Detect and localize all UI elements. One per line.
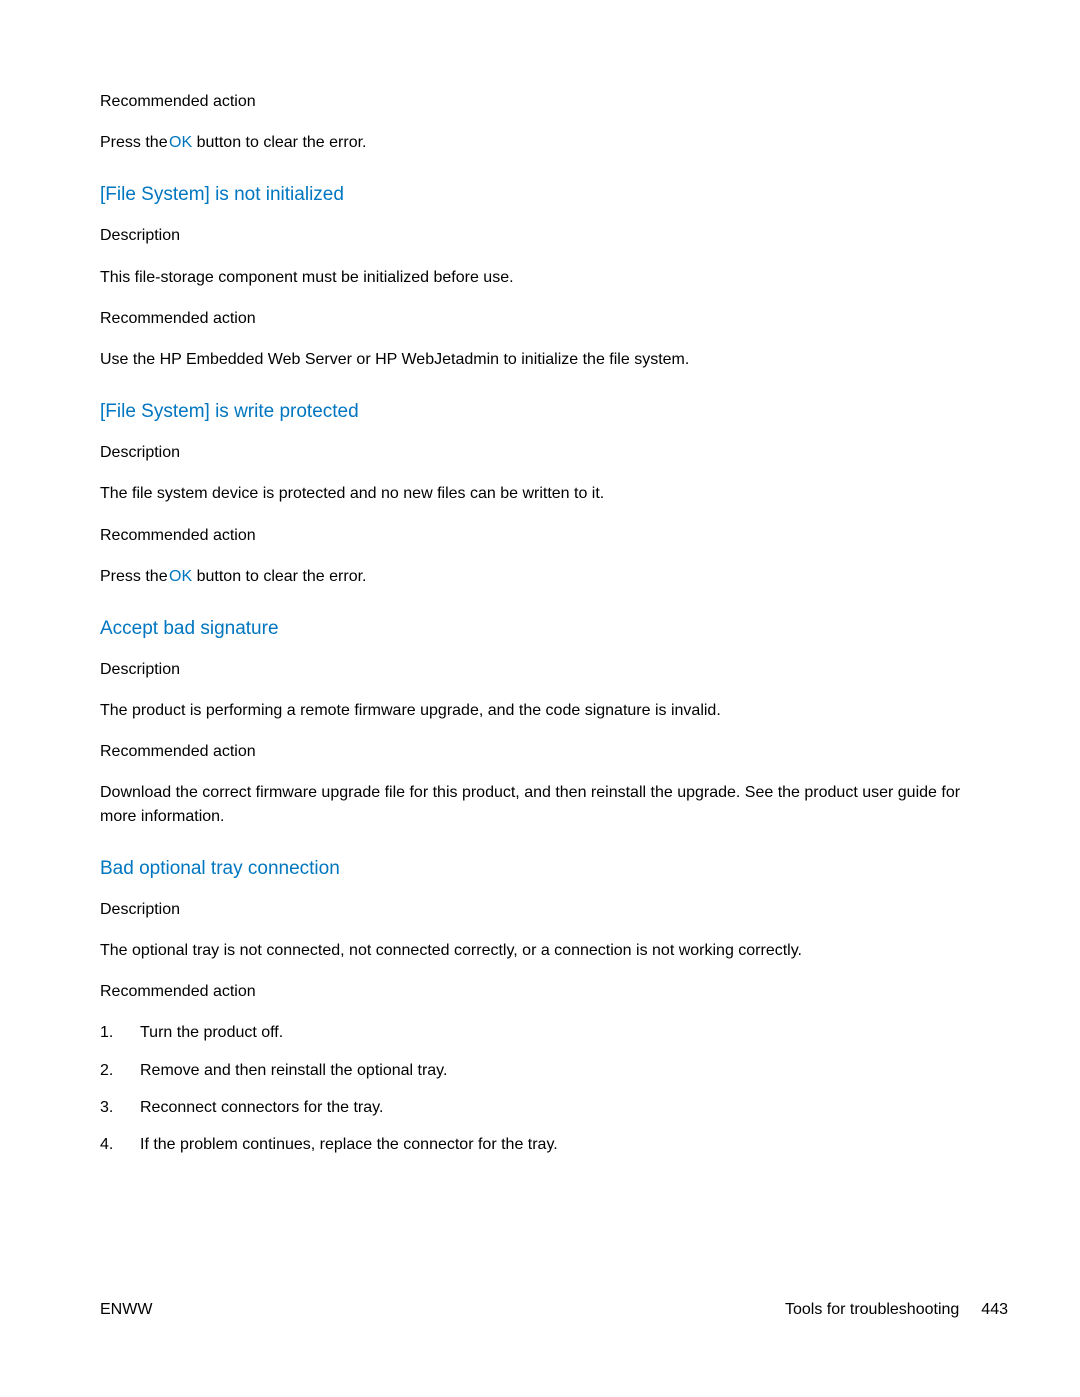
rec-action-text: Download the correct firmware upgrade fi… bbox=[100, 781, 980, 827]
step-text: Reconnect connectors for the tray. bbox=[140, 1096, 383, 1119]
step-number: 4. bbox=[100, 1133, 140, 1156]
list-item: 1.Turn the product off. bbox=[100, 1021, 980, 1044]
steps-list: 1.Turn the product off. 2.Remove and the… bbox=[100, 1021, 980, 1156]
step-text: Turn the product off. bbox=[140, 1021, 283, 1044]
desc-text: The file system device is protected and … bbox=[100, 482, 980, 505]
heading-fs-not-init: [File System] is not initialized bbox=[100, 184, 980, 206]
step-number: 2. bbox=[100, 1059, 140, 1082]
desc-label: Description bbox=[100, 441, 980, 464]
rec-action-label: Recommended action bbox=[100, 307, 980, 330]
rec-action-label: Recommended action bbox=[100, 740, 980, 763]
document-page: Recommended action Press the OK button t… bbox=[0, 0, 1080, 1397]
list-item: 2.Remove and then reinstall the optional… bbox=[100, 1059, 980, 1082]
rec-action-label: Recommended action bbox=[100, 90, 980, 113]
press-ok-line: Press the OK button to clear the error. bbox=[100, 131, 980, 154]
press-post: button to clear the error. bbox=[197, 568, 367, 585]
desc-text: The product is performing a remote firmw… bbox=[100, 699, 980, 722]
footer-right: Tools for troubleshooting 443 bbox=[785, 1301, 1008, 1319]
heading-fs-write-prot: [File System] is write protected bbox=[100, 401, 980, 423]
content-area: Recommended action Press the OK button t… bbox=[100, 90, 980, 1156]
press-pre: Press the bbox=[100, 134, 168, 151]
ok-button-ref: OK bbox=[165, 568, 197, 585]
step-number: 1. bbox=[100, 1021, 140, 1044]
desc-text: This file-storage component must be init… bbox=[100, 266, 980, 289]
rec-action-text: Use the HP Embedded Web Server or HP Web… bbox=[100, 348, 980, 371]
desc-text: The optional tray is not connected, not … bbox=[100, 939, 980, 962]
press-pre: Press the bbox=[100, 568, 168, 585]
desc-label: Description bbox=[100, 898, 980, 921]
rec-action-label: Recommended action bbox=[100, 980, 980, 1003]
press-ok-line: Press the OK button to clear the error. bbox=[100, 565, 980, 588]
footer-section-label: Tools for troubleshooting bbox=[785, 1301, 959, 1319]
footer-left: ENWW bbox=[100, 1301, 152, 1319]
heading-bad-tray: Bad optional tray connection bbox=[100, 858, 980, 880]
step-text: If the problem continues, replace the co… bbox=[140, 1133, 558, 1156]
ok-button-ref: OK bbox=[165, 134, 197, 151]
step-number: 3. bbox=[100, 1096, 140, 1119]
press-post: button to clear the error. bbox=[197, 134, 367, 151]
step-text: Remove and then reinstall the optional t… bbox=[140, 1059, 447, 1082]
page-number: 443 bbox=[981, 1301, 1008, 1319]
heading-accept-bad-sig: Accept bad signature bbox=[100, 618, 980, 640]
list-item: 4.If the problem continues, replace the … bbox=[100, 1133, 980, 1156]
desc-label: Description bbox=[100, 224, 980, 247]
list-item: 3.Reconnect connectors for the tray. bbox=[100, 1096, 980, 1119]
desc-label: Description bbox=[100, 658, 980, 681]
rec-action-label: Recommended action bbox=[100, 524, 980, 547]
page-footer: ENWW Tools for troubleshooting 443 bbox=[100, 1301, 1008, 1319]
